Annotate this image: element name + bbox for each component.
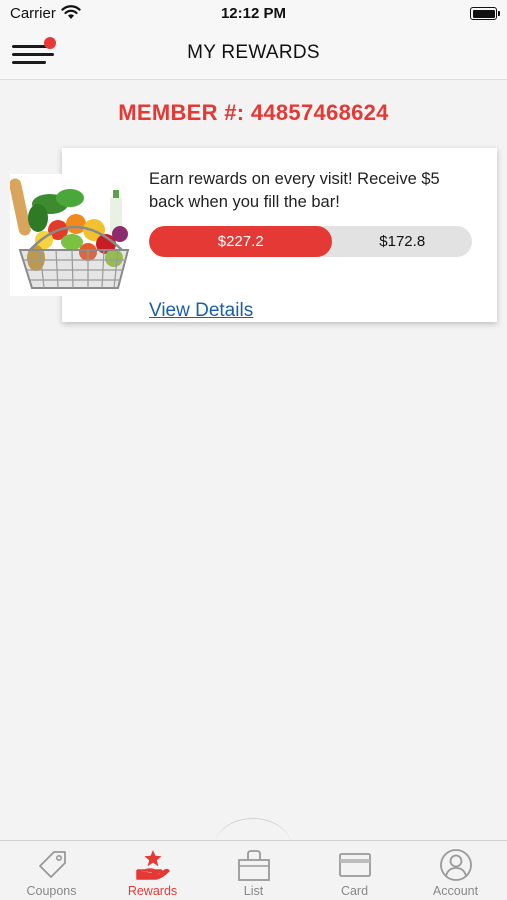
battery-icon bbox=[470, 7, 500, 20]
tab-label: Account bbox=[432, 884, 479, 898]
tab-label: Rewards bbox=[127, 884, 178, 898]
tab-label: Coupons bbox=[26, 884, 77, 898]
tab-label: Card bbox=[340, 884, 369, 898]
remaining-amount: $172.8 bbox=[379, 233, 426, 250]
card-icon bbox=[338, 848, 372, 882]
grocery-basket-image bbox=[9, 174, 138, 296]
tab-list[interactable]: List bbox=[203, 841, 304, 900]
tab-account[interactable]: Account bbox=[405, 841, 506, 900]
status-time: 12:12 PM bbox=[220, 5, 287, 22]
page-title: MY REWARDS bbox=[187, 42, 320, 63]
tab-coupons[interactable]: Coupons bbox=[1, 841, 102, 900]
navigation-bar: MY REWARDS bbox=[0, 28, 507, 80]
tag-icon bbox=[35, 848, 69, 882]
tab-rewards[interactable]: Rewards bbox=[102, 841, 203, 900]
tab-label: List bbox=[243, 884, 264, 898]
tab-bar: Coupons Rewards List Card Account bbox=[0, 840, 507, 900]
member-number: MEMBER #: 44857468624 bbox=[118, 100, 389, 125]
shopping-bag-icon bbox=[237, 848, 271, 882]
view-details-link[interactable]: View Details bbox=[149, 300, 253, 322]
status-bar: Carrier 12:12 PM bbox=[0, 0, 507, 28]
reward-progress-bar: $227.2 $172.8 bbox=[149, 226, 472, 257]
tab-card[interactable]: Card bbox=[304, 841, 405, 900]
earned-amount: $227.2 bbox=[217, 233, 264, 250]
reward-description: Earn rewards on every visit! Receive $5 … bbox=[149, 170, 440, 211]
account-icon bbox=[439, 848, 473, 882]
rewards-hand-star-icon bbox=[135, 848, 170, 882]
